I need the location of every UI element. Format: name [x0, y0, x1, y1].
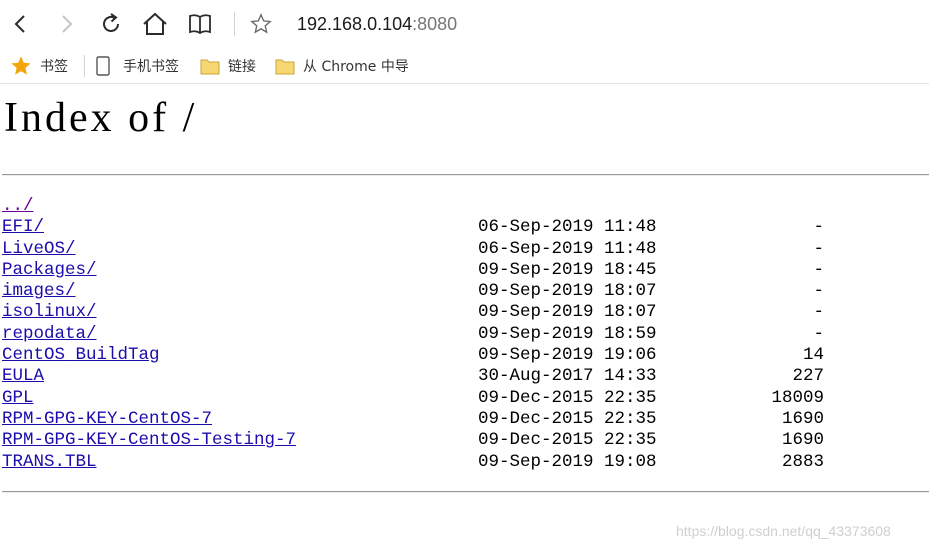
bookmark-label: 手机书签	[123, 59, 179, 75]
toolbar-divider	[234, 12, 235, 36]
table-row: images/09-Sep-2019 18:07 -	[2, 281, 929, 302]
bookmarks-bar: 书签 手机书签 链接 从 Chrome 中导	[0, 48, 929, 84]
entry-date: 09-Sep-2019 19:06	[478, 345, 657, 366]
bookmark-label: 链接	[228, 59, 256, 75]
table-row: GPL 09-Dec-2015 22:35 18009	[2, 388, 929, 409]
home-button[interactable]	[138, 7, 172, 41]
entry-link[interactable]: TRANS.TBL	[2, 452, 97, 473]
reload-icon	[103, 13, 119, 32]
reload-button[interactable]	[94, 7, 128, 41]
address-host: 192.168.0.104	[297, 14, 413, 34]
entry-size: 18009	[771, 387, 824, 408]
star-outline-icon	[250, 13, 272, 34]
table-row: EFI/06-Sep-2019 11:48 -	[2, 217, 929, 238]
bottom-rule	[2, 491, 929, 493]
table-row: Packages/09-Sep-2019 18:45 -	[2, 260, 929, 281]
entry-link[interactable]: CentOS_BuildTag	[2, 345, 160, 366]
entry-size: -	[813, 281, 824, 302]
entry-size: -	[813, 217, 824, 238]
browser-toolbar: 192.168.0.104:8080	[0, 0, 929, 48]
entry-date: 06-Sep-2019 11:48	[478, 238, 657, 259]
phone-icon	[96, 56, 110, 76]
entry-link[interactable]: isolinux/	[2, 302, 97, 323]
bookmark-chrome-import-folder[interactable]: 从 Chrome 中导	[275, 55, 409, 77]
entry-link[interactable]: EULA	[2, 366, 44, 387]
star-icon	[11, 56, 31, 75]
bookmark-mobile[interactable]: 手机书签	[96, 55, 179, 77]
bookmark-label: 书签	[40, 59, 68, 75]
entry-size: 1690	[781, 430, 824, 451]
address-port: :8080	[412, 14, 458, 34]
entry-link[interactable]: repodata/	[2, 324, 97, 345]
entry-size: -	[813, 238, 824, 259]
file-listing: ../ EFI/06-Sep-2019 11:48- LiveOS/06-Sep-…	[2, 196, 929, 473]
book-icon	[189, 14, 211, 35]
folder-icon	[200, 59, 220, 74]
entry-size: 14	[802, 345, 824, 366]
table-row: CentOS_BuildTag 09-Sep-2019 19:06 14	[2, 345, 929, 366]
entry-date: 09-Dec-2015 22:35	[478, 387, 657, 408]
table-row: TRANS.TBL 09-Sep-2019 19:08 2883	[2, 452, 929, 473]
parent-directory-link[interactable]: ../	[2, 196, 34, 217]
entry-date: 06-Sep-2019 11:48	[478, 217, 657, 238]
entry-link[interactable]: Packages/	[2, 260, 97, 281]
entry-date: 09-Sep-2019 19:08	[478, 451, 657, 472]
forward-button[interactable]	[49, 7, 83, 41]
entry-link[interactable]: RPM-GPG-KEY-CentOS-Testing-7	[2, 430, 296, 451]
forward-arrow-icon	[62, 15, 73, 33]
entry-date: 09-Sep-2019 18:45	[478, 259, 657, 280]
entry-size: 2883	[781, 451, 824, 472]
table-row: repodata/09-Sep-2019 18:59 -	[2, 324, 929, 345]
entry-date: 09-Dec-2015 22:35	[478, 430, 657, 451]
bookmarks-divider	[84, 55, 85, 77]
parent-directory-row: ../	[2, 196, 929, 217]
entry-date: 09-Dec-2015 22:35	[478, 408, 657, 429]
watermark: https://blog.csdn.net/qq_43373608	[676, 523, 891, 539]
entry-link[interactable]: RPM-GPG-KEY-CentOS-7	[2, 409, 212, 430]
table-row: LiveOS/06-Sep-2019 11:48 -	[2, 239, 929, 260]
home-icon	[143, 12, 167, 35]
table-row: EULA 30-Aug-2017 14:33 227	[2, 366, 929, 387]
entry-size: 227	[792, 366, 824, 387]
entry-size: 1690	[781, 408, 824, 429]
favorite-button[interactable]	[244, 7, 278, 41]
address-bar[interactable]: 192.168.0.104:8080	[297, 13, 457, 35]
back-button[interactable]	[4, 7, 38, 41]
table-row: RPM-GPG-KEY-CentOS-7 09-Dec-2015 22:35 169…	[2, 409, 929, 430]
entry-size: -	[813, 302, 824, 323]
entry-date: 30-Aug-2017 14:33	[478, 366, 657, 387]
entry-size: -	[813, 259, 824, 280]
bookmark-label: 从 Chrome 中导	[303, 59, 409, 75]
entry-size: -	[813, 323, 824, 344]
entry-date: 09-Sep-2019 18:07	[478, 281, 657, 302]
entry-date: 09-Sep-2019 18:59	[478, 323, 657, 344]
entry-link[interactable]: EFI/	[2, 217, 44, 238]
back-arrow-icon	[14, 15, 25, 33]
top-rule	[2, 174, 929, 176]
entry-date: 09-Sep-2019 18:07	[478, 302, 657, 323]
table-row: RPM-GPG-KEY-CentOS-Testing-7 09-Dec-2015 …	[2, 430, 929, 451]
entry-link[interactable]: LiveOS/	[2, 239, 76, 260]
folder-icon	[275, 59, 295, 74]
bookmark-links-folder[interactable]: 链接	[200, 55, 256, 77]
table-row: isolinux/09-Sep-2019 18:07 -	[2, 302, 929, 323]
bookmark-favorites[interactable]: 书签	[10, 55, 68, 77]
entry-link[interactable]: images/	[2, 281, 76, 302]
entry-link[interactable]: GPL	[2, 388, 34, 409]
page-title: Index of /	[4, 95, 198, 141]
reading-view-button[interactable]	[183, 7, 217, 41]
